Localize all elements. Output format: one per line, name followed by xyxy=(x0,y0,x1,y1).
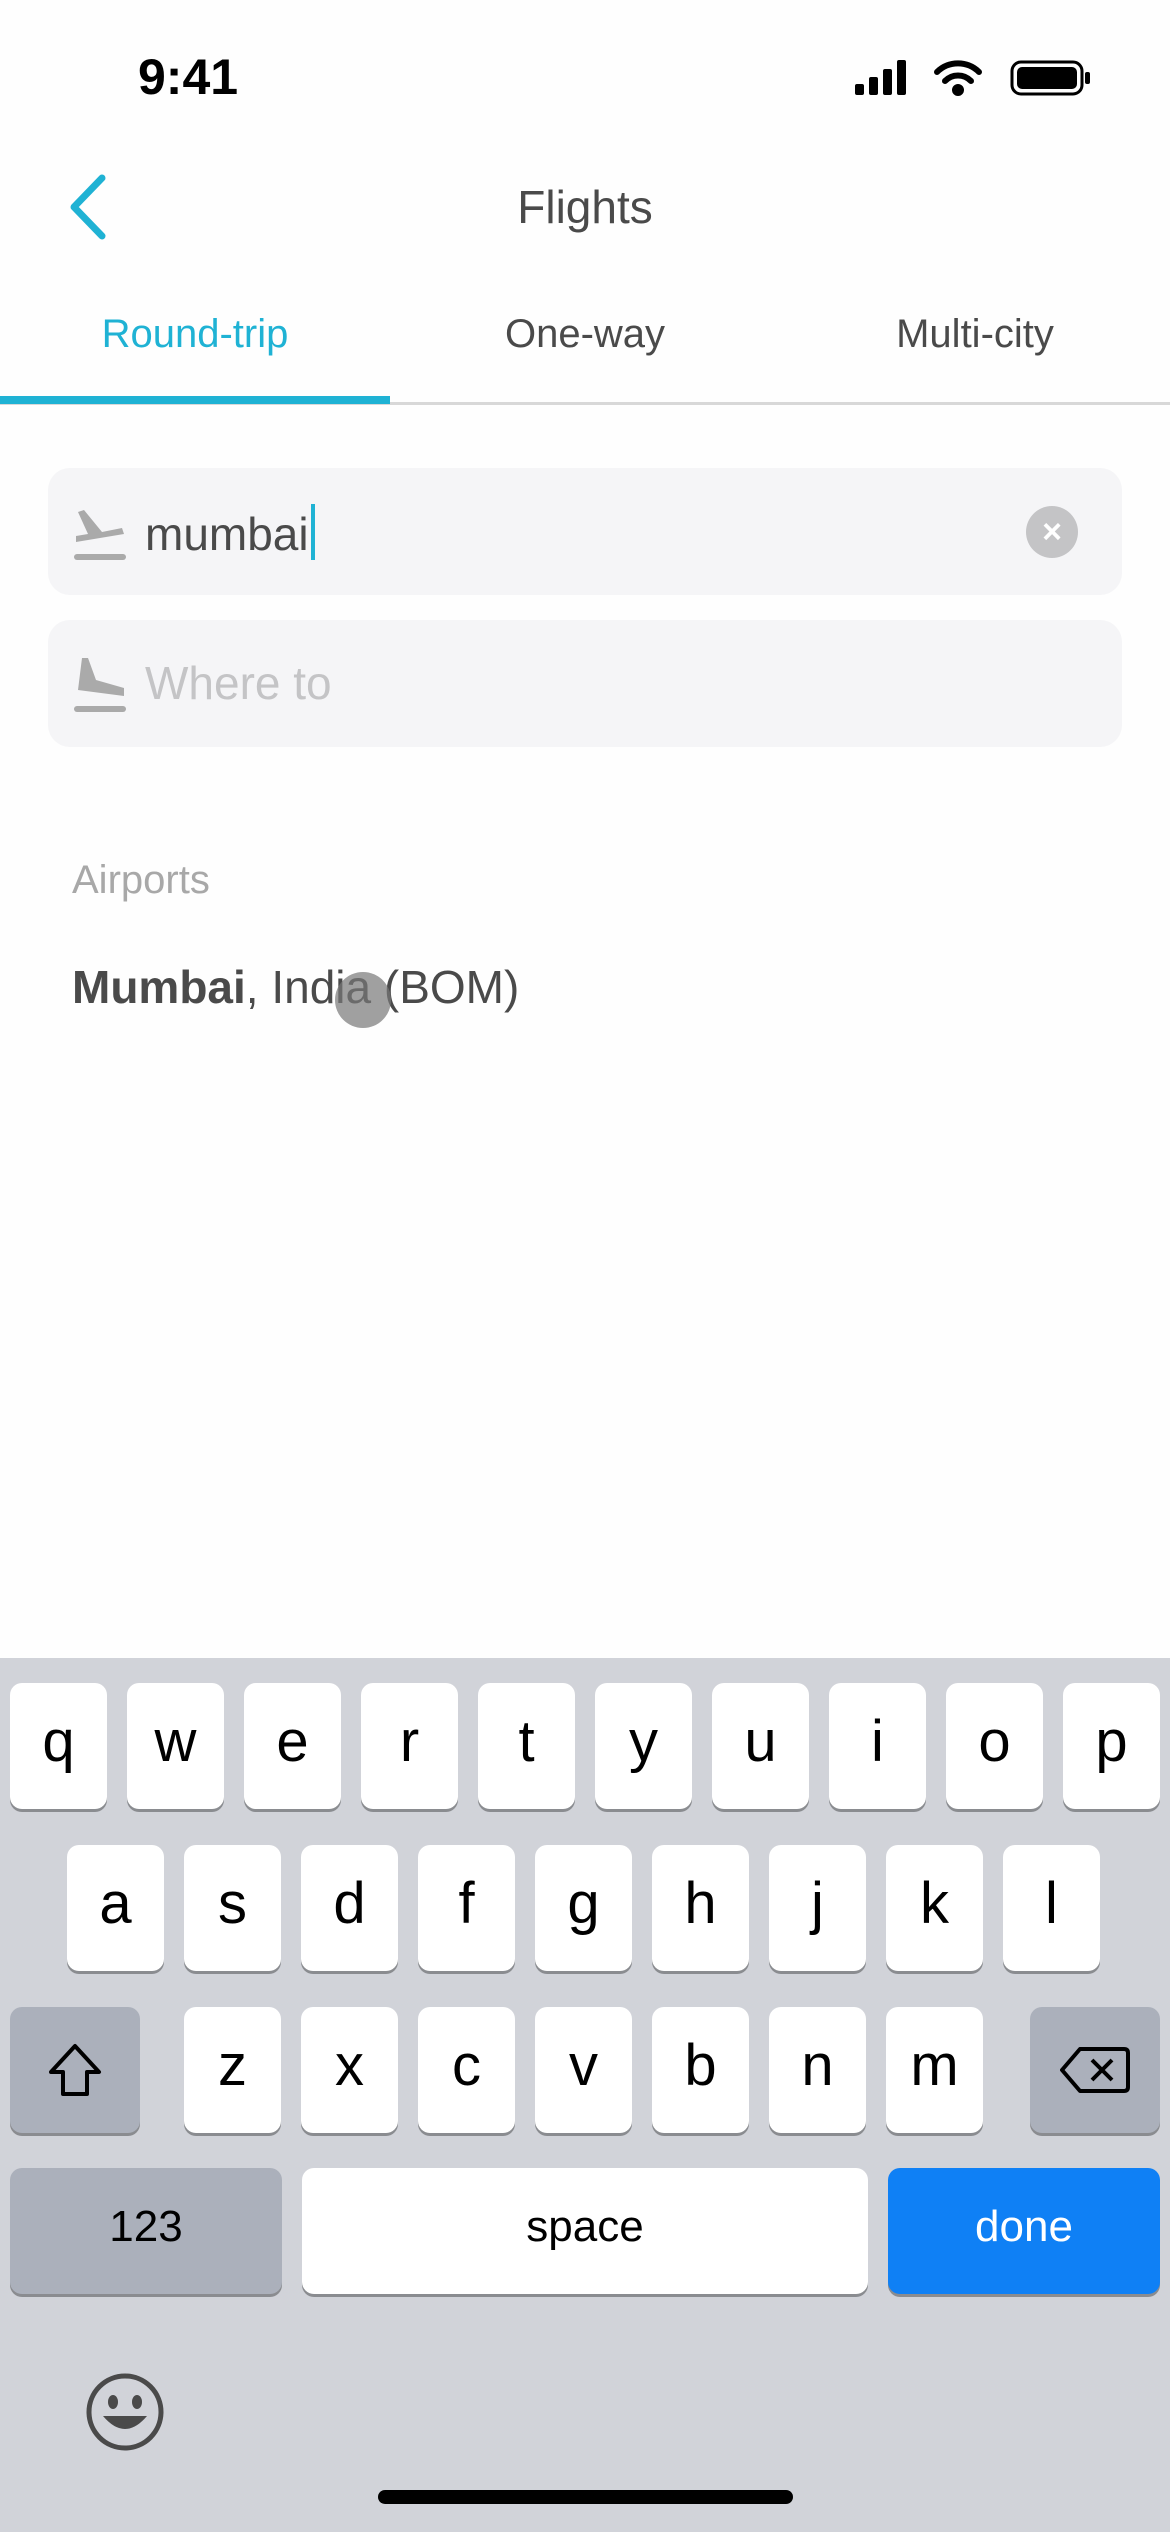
tab-one-way[interactable]: One-way xyxy=(390,312,780,357)
key-l[interactable]: l xyxy=(1003,1845,1100,1971)
backspace-icon xyxy=(1060,2046,1130,2093)
key-w[interactable]: w xyxy=(127,1683,224,1809)
key-r[interactable]: r xyxy=(361,1683,458,1809)
origin-value: mumbai xyxy=(145,508,309,560)
destination-field[interactable]: Where to xyxy=(48,620,1122,747)
key-v[interactable]: v xyxy=(535,2007,632,2133)
key-z[interactable]: z xyxy=(184,2007,281,2133)
origin-field[interactable]: mumbai × xyxy=(48,468,1122,595)
text-caret xyxy=(310,504,315,560)
takeoff-icon xyxy=(74,510,126,560)
active-tab-indicator xyxy=(0,396,390,404)
key-y[interactable]: y xyxy=(595,1683,692,1809)
key-f[interactable]: f xyxy=(418,1845,515,1971)
shift-icon xyxy=(49,2043,101,2096)
result-city: Mumbai xyxy=(72,961,246,1013)
key-c[interactable]: c xyxy=(418,2007,515,2133)
key-s[interactable]: s xyxy=(184,1845,281,1971)
key-i[interactable]: i xyxy=(829,1683,926,1809)
signal-icon xyxy=(855,60,906,95)
key-j[interactable]: j xyxy=(769,1845,866,1971)
key-b[interactable]: b xyxy=(652,2007,749,2133)
key-p[interactable]: p xyxy=(1063,1683,1160,1809)
home-indicator xyxy=(378,2490,793,2504)
delete-key[interactable] xyxy=(1030,2007,1160,2133)
key-h[interactable]: h xyxy=(652,1845,749,1971)
clear-icon[interactable]: × xyxy=(1026,506,1078,558)
space-key[interactable]: space xyxy=(302,2168,868,2294)
wifi-icon xyxy=(934,60,982,96)
landing-icon xyxy=(74,658,126,712)
key-x[interactable]: x xyxy=(301,2007,398,2133)
tab-round-trip[interactable]: Round-trip xyxy=(0,312,390,357)
status-time: 9:41 xyxy=(138,49,239,105)
done-key[interactable]: done xyxy=(888,2168,1160,2294)
key-n[interactable]: n xyxy=(769,2007,866,2133)
key-q[interactable]: q xyxy=(10,1683,107,1809)
key-o[interactable]: o xyxy=(946,1683,1043,1809)
battery-icon xyxy=(1010,60,1090,96)
key-d[interactable]: d xyxy=(301,1845,398,1971)
key-g[interactable]: g xyxy=(535,1845,632,1971)
shift-key[interactable] xyxy=(10,2007,140,2133)
touch-indicator xyxy=(335,972,391,1028)
key-m[interactable]: m xyxy=(886,2007,983,2133)
key-u[interactable]: u xyxy=(712,1683,809,1809)
status-icons xyxy=(855,60,1090,96)
key-t[interactable]: t xyxy=(478,1683,575,1809)
destination-placeholder[interactable]: Where to xyxy=(145,656,332,710)
key-k[interactable]: k xyxy=(886,1845,983,1971)
key-e[interactable]: e xyxy=(244,1683,341,1809)
tab-multi-city[interactable]: Multi-city xyxy=(780,312,1170,357)
origin-input[interactable]: mumbai xyxy=(145,504,315,561)
numbers-key[interactable]: 123 xyxy=(10,2168,282,2294)
page-title: Flights xyxy=(517,181,653,233)
result-item[interactable]: Mumbai, India (BOM) xyxy=(72,960,519,1014)
section-label-airports: Airports xyxy=(72,858,210,902)
emoji-icon[interactable] xyxy=(85,2372,165,2452)
key-a[interactable]: a xyxy=(67,1845,164,1971)
